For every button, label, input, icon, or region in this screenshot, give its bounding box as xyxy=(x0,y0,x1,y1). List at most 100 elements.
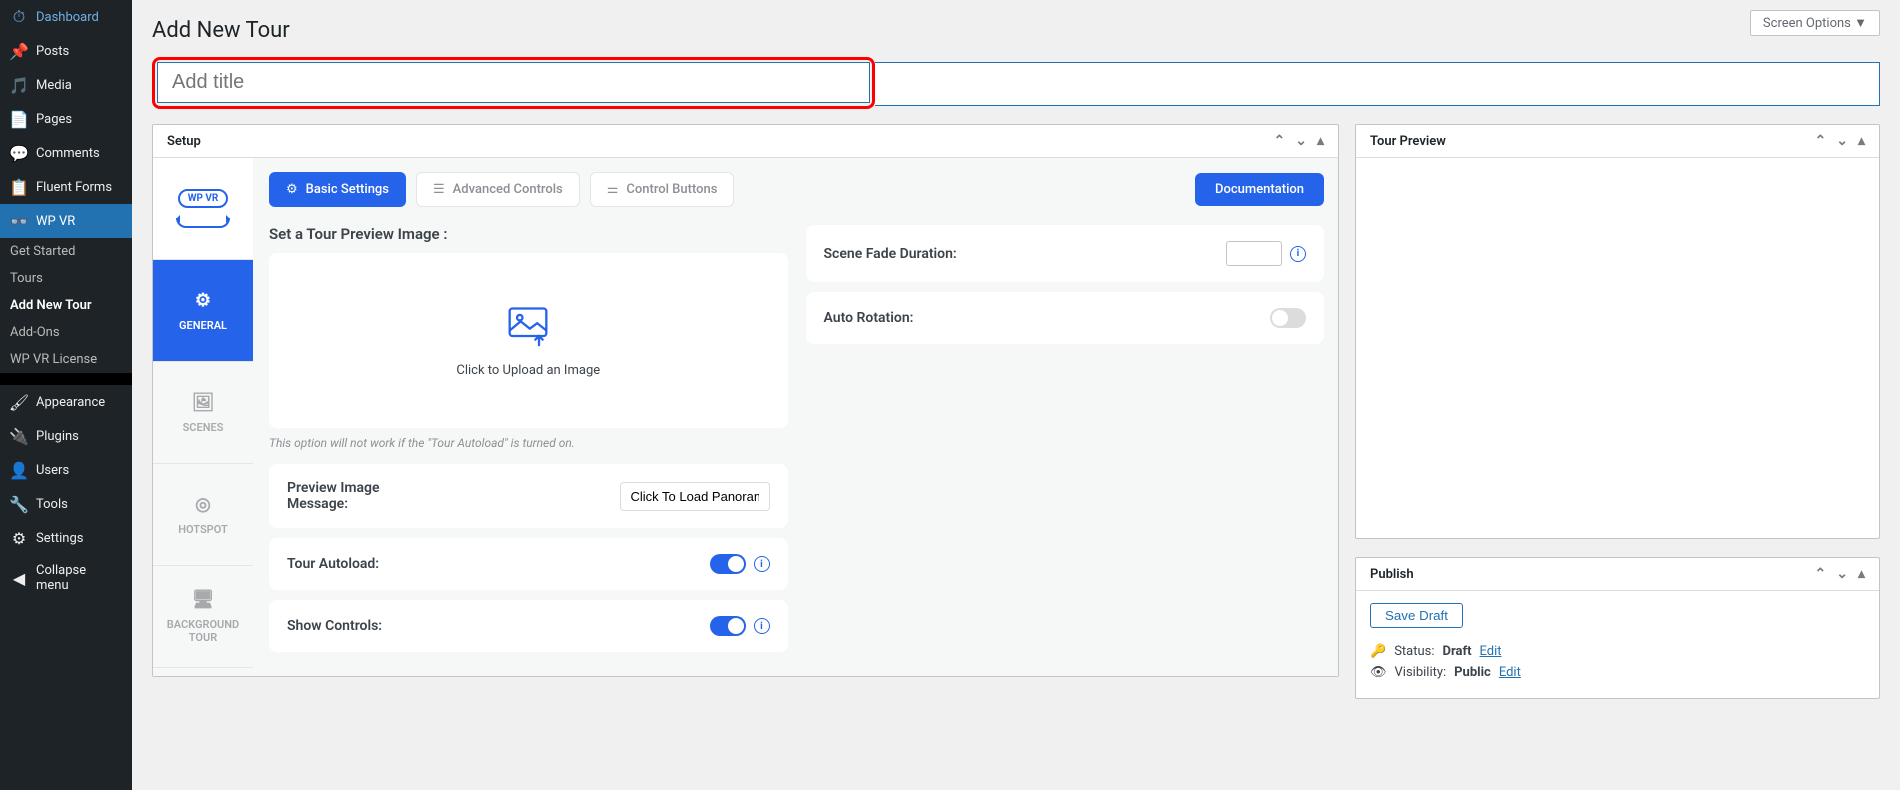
sidebar-item-fluent-forms[interactable]: 📋Fluent Forms xyxy=(0,170,132,204)
panel-head-actions: ⌃ ⌄ ▴ xyxy=(1274,133,1325,149)
visibility-label: Visibility: xyxy=(1395,665,1447,680)
chevron-down-icon: ▼ xyxy=(1854,16,1867,31)
setup-col-left: Set a Tour Preview Image : Click to Uplo… xyxy=(269,225,788,662)
sidebar-label: Comments xyxy=(36,146,100,161)
preview-message-label: Preview Image Message: xyxy=(287,480,407,512)
sidebar-divider xyxy=(0,373,132,385)
autoload-toggle[interactable] xyxy=(710,554,746,574)
auto-rotation-toggle[interactable] xyxy=(1270,308,1306,328)
status-label: Status: xyxy=(1394,644,1434,659)
title-bar-extension[interactable] xyxy=(875,62,1880,106)
sidebar-label: Plugins xyxy=(36,429,79,444)
sidebar-sub-tours[interactable]: Tours xyxy=(0,265,132,292)
chevron-down-icon[interactable]: ⌄ xyxy=(1836,566,1848,582)
tab-advanced-controls[interactable]: ☰ Advanced Controls xyxy=(416,172,580,207)
sidebar-item-comments[interactable]: 💬 Comments xyxy=(0,136,132,170)
chevron-up-icon[interactable]: ⌃ xyxy=(1815,566,1827,582)
fade-duration-input[interactable] xyxy=(1226,241,1282,266)
sidebar-item-wpvr[interactable]: 👓WP VR xyxy=(0,204,132,238)
sidebar-sub-add-new-tour[interactable]: Add New Tour xyxy=(0,292,132,319)
save-draft-button[interactable]: Save Draft xyxy=(1370,603,1463,628)
status-row: 🔑 Status: Draft Edit xyxy=(1370,644,1865,659)
tab-control-buttons[interactable]: ⚌Control Buttons xyxy=(590,172,735,207)
chevron-down-icon[interactable]: ⌄ xyxy=(1295,133,1307,149)
tools-icon: 🔧 xyxy=(10,495,28,513)
setup-content: ⚙Basic Settings ☰ Advanced Controls ⚌Cont… xyxy=(253,158,1338,676)
info-icon[interactable]: i xyxy=(754,618,770,634)
sidebar-label: Posts xyxy=(36,44,69,59)
sidebar-item-appearance[interactable]: 🖌Appearance xyxy=(0,385,132,419)
sidebar-sub-license[interactable]: WP VR License xyxy=(0,346,132,373)
tab-label: Control Buttons xyxy=(626,182,717,197)
screen-options-button[interactable]: Screen Options ▼ xyxy=(1750,10,1880,36)
title-row xyxy=(152,57,1880,106)
setup-title: Setup xyxy=(167,134,201,149)
sidebar-item-tools[interactable]: 🔧Tools xyxy=(0,487,132,521)
status-edit-link[interactable]: Edit xyxy=(1480,644,1502,659)
sidebar-sub-get-started[interactable]: Get Started xyxy=(0,238,132,265)
logo-arc-icon xyxy=(176,218,230,228)
autoload-row: Tour Autoload: i xyxy=(269,538,788,590)
preview-message-input[interactable] xyxy=(620,482,770,511)
sidebar-label: Users xyxy=(36,463,69,478)
upload-text: Click to Upload an Image xyxy=(456,363,600,378)
sidebar-item-media[interactable]: 🎵 Media xyxy=(0,68,132,102)
tab-scenes[interactable]: 🖼SCENES xyxy=(153,362,253,464)
sidebar-item-settings[interactable]: ⚙Settings xyxy=(0,521,132,555)
preview-hint: This option will not work if the "Tour A… xyxy=(269,436,788,450)
chevron-down-icon[interactable]: ⌄ xyxy=(1836,133,1848,149)
sidebar-label: Dashboard xyxy=(36,10,99,25)
sidebar-item-plugins[interactable]: 🔌Plugins xyxy=(0,419,132,453)
chevron-up-icon[interactable]: ⌃ xyxy=(1274,133,1286,149)
monitor-icon: 🖥 xyxy=(192,589,215,610)
users-icon: 👤 xyxy=(10,461,28,479)
list-icon: ☰ xyxy=(433,182,445,197)
documentation-button[interactable]: Documentation xyxy=(1195,173,1324,206)
page-title: Add New Tour xyxy=(152,10,1880,57)
info-icon[interactable]: i xyxy=(1290,246,1306,262)
upload-image-icon xyxy=(506,303,550,347)
sidebar-item-dashboard[interactable]: ⏱ Dashboard xyxy=(0,0,132,34)
sidebar-item-collapse[interactable]: ◀Collapse menu xyxy=(0,555,132,601)
setup-panel-head: Setup ⌃ ⌄ ▴ xyxy=(153,125,1338,158)
target-icon: ◎ xyxy=(195,494,211,515)
publish-head: Publish ⌃ ⌄ ▴ xyxy=(1356,558,1879,591)
tab-basic-settings[interactable]: ⚙Basic Settings xyxy=(269,172,406,207)
visibility-edit-link[interactable]: Edit xyxy=(1499,665,1521,680)
dashboard-icon: ⏱ xyxy=(10,8,28,26)
fade-duration-row: Scene Fade Duration: i xyxy=(806,225,1325,282)
tab-hotspot[interactable]: ◎ HOTSPOT xyxy=(153,464,253,566)
tab-label: Advanced Controls xyxy=(453,182,563,197)
comment-icon: 💬 xyxy=(10,144,28,162)
sidebar-label: Media xyxy=(36,78,72,93)
sidebar-label: Fluent Forms xyxy=(36,180,112,195)
publish-title: Publish xyxy=(1370,567,1414,582)
preview-image-label: Set a Tour Preview Image : xyxy=(269,225,788,243)
tab-label: SCENES xyxy=(183,421,224,434)
setup-panel: Setup ⌃ ⌄ ▴ WP VR xyxy=(152,124,1339,677)
sidebar-item-pages[interactable]: 📄 Pages xyxy=(0,102,132,136)
caret-up-icon[interactable]: ▴ xyxy=(1858,133,1865,149)
pages-icon: 📄 xyxy=(10,110,28,128)
media-icon: 🎵 xyxy=(10,76,28,94)
upload-preview-image[interactable]: Click to Upload an Image xyxy=(269,253,788,428)
show-controls-toggle[interactable] xyxy=(710,616,746,636)
sidebar-label: Pages xyxy=(36,112,72,127)
sidebar-item-posts[interactable]: 📌Posts xyxy=(0,34,132,68)
title-input[interactable] xyxy=(157,62,870,103)
chevron-up-icon[interactable]: ⌃ xyxy=(1815,133,1827,149)
tour-preview-panel: Tour Preview ⌃ ⌄ ▴ xyxy=(1355,124,1880,539)
info-icon[interactable]: i xyxy=(754,556,770,572)
main-content: Screen Options ▼ Add New Tour Setup ⌃ ⌄ … xyxy=(132,0,1900,790)
sidebar-item-users[interactable]: 👤 Users xyxy=(0,453,132,487)
sidebar-label: WP VR xyxy=(36,214,75,229)
appearance-icon: 🖌 xyxy=(10,393,28,411)
sidebar-sub-addons[interactable]: Add-Ons xyxy=(0,319,132,346)
tab-general[interactable]: ⚙GENERAL xyxy=(153,260,253,362)
caret-up-icon[interactable]: ▴ xyxy=(1317,133,1324,149)
tab-background-tour[interactable]: 🖥BACKGROUND TOUR xyxy=(153,566,253,668)
auto-rotation-row: Auto Rotation: xyxy=(806,292,1325,344)
tab-label: HOTSPOT xyxy=(178,523,228,536)
autoload-label: Tour Autoload: xyxy=(287,556,379,572)
caret-up-icon[interactable]: ▴ xyxy=(1858,566,1865,582)
